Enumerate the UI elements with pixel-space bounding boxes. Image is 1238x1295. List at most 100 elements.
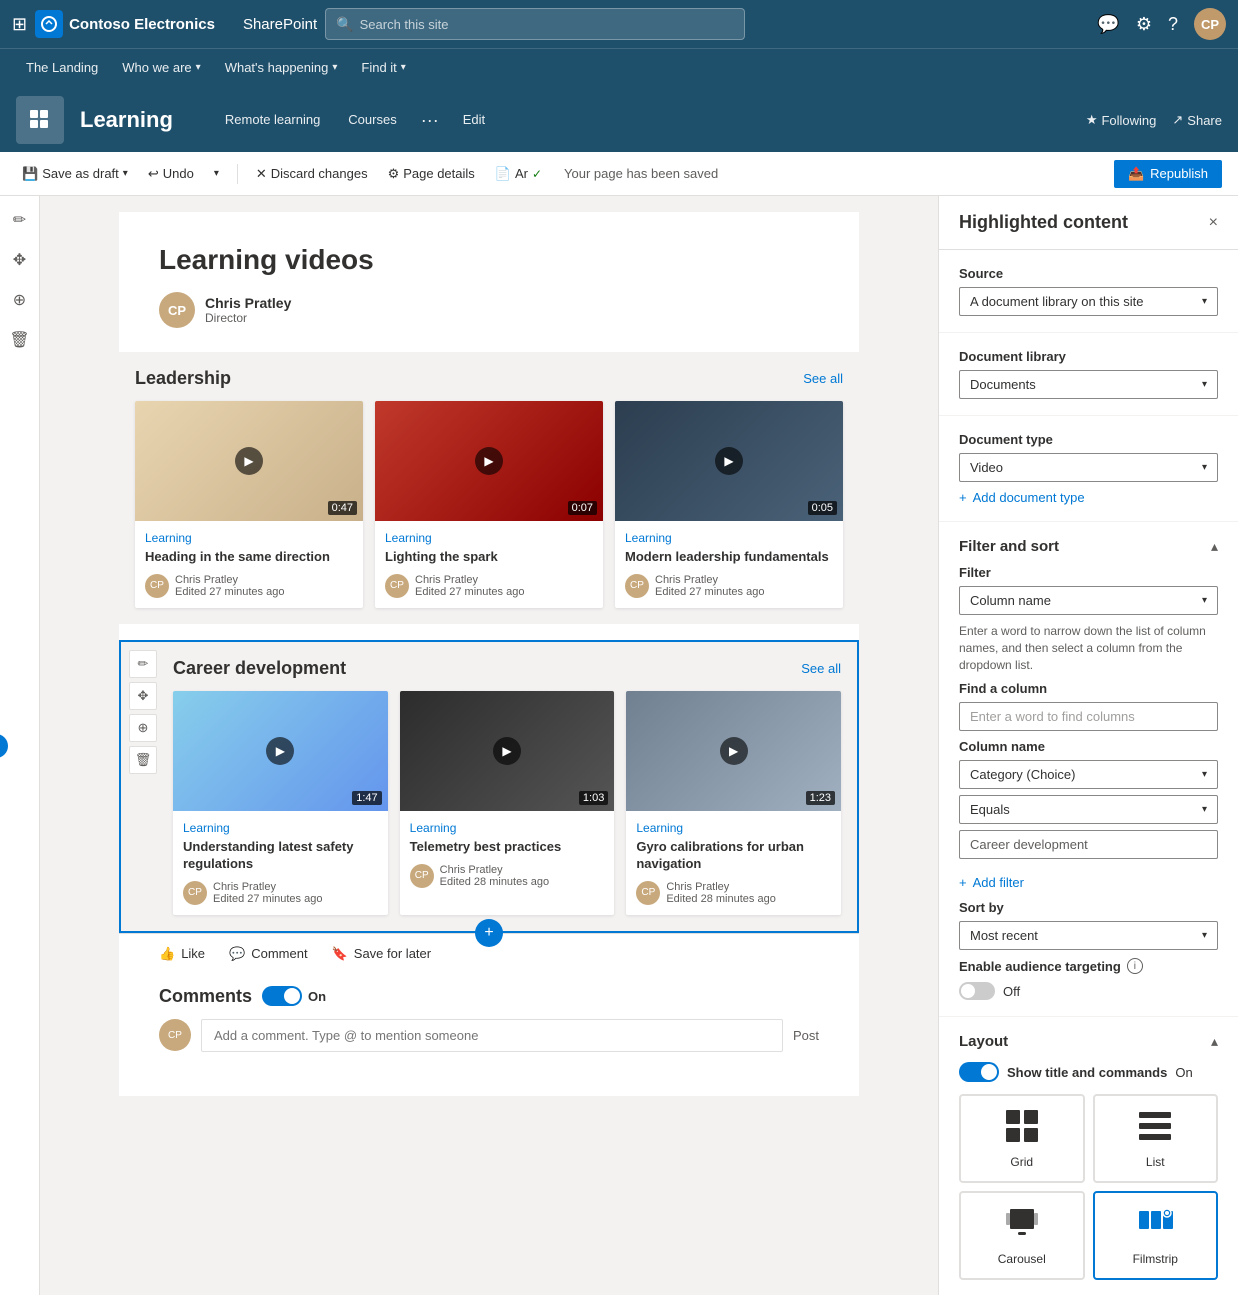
card-thumbnail: ▶ 0:05	[615, 401, 843, 521]
search-box[interactable]: 🔍	[325, 8, 745, 40]
copy-section-icon[interactable]: ⊕	[129, 714, 157, 742]
republish-button[interactable]: 📤 Republish	[1114, 160, 1222, 188]
filter-value-input[interactable]	[959, 830, 1218, 859]
close-button[interactable]: ×	[1209, 214, 1218, 232]
page-nav-more[interactable]: ···	[413, 88, 447, 152]
author-details: Chris Pratley Director	[205, 295, 291, 325]
card-category: Learning	[385, 531, 593, 545]
card-body: Learning Heading in the same direction C…	[135, 521, 363, 608]
filter-dropdown[interactable]: Column name ▾	[959, 586, 1218, 615]
help-icon[interactable]: ?	[1168, 14, 1178, 35]
delete-section-icon[interactable]: 🗑	[129, 746, 157, 774]
filter-sort-toggle[interactable]: Filter and sort ▴	[959, 538, 1218, 555]
toggle-label: On	[308, 989, 326, 1004]
play-button[interactable]: ▶	[715, 447, 743, 475]
edit-section-icon[interactable]: ✏	[129, 650, 157, 678]
filter-sort-title: Filter and sort	[959, 538, 1059, 555]
equals-dropdown[interactable]: Equals ▾	[959, 795, 1218, 824]
user-avatar[interactable]: CP	[1194, 8, 1226, 40]
find-column-input[interactable]	[959, 702, 1218, 731]
search-input[interactable]	[360, 17, 735, 32]
card-title[interactable]: Modern leadership fundamentals	[625, 549, 833, 566]
add-document-type-button[interactable]: + Add document type	[959, 490, 1218, 505]
see-all-link[interactable]: See all	[801, 661, 841, 676]
info-icon[interactable]: i	[1127, 958, 1143, 974]
search-icon: 🔍	[336, 16, 353, 33]
like-button[interactable]: 👍 Like	[159, 946, 205, 962]
discard-button[interactable]: ✕ Discard changes	[250, 158, 374, 190]
main-layout: ✏ ✥ ⊕ 🗑 + Learning videos CP Chris Pratl…	[0, 196, 1238, 1295]
page-nav-remote-learning[interactable]: Remote learning	[213, 88, 332, 152]
play-button[interactable]: ▶	[720, 737, 748, 765]
audience-targeting-label: Enable audience targeting	[959, 959, 1121, 974]
page-nav-edit[interactable]: Edit	[451, 88, 497, 152]
toggle-track[interactable]	[262, 986, 302, 1006]
subnav-find-it[interactable]: Find it ▾	[351, 49, 415, 89]
following-button[interactable]: ★ Following	[1086, 112, 1157, 128]
document-type-dropdown[interactable]: Video ▾	[959, 453, 1218, 482]
source-dropdown[interactable]: A document library on this site ▾	[959, 287, 1218, 316]
filter-content: Filter Column name ▾ Enter a word to nar…	[959, 565, 1218, 1000]
save-draft-button[interactable]: 💾 Save as draft ▾	[16, 158, 134, 190]
sidebar-edit-icon[interactable]: ✏	[4, 204, 36, 236]
comments-toggle[interactable]: On	[262, 986, 326, 1006]
card-title[interactable]: Gyro calibrations for urban navigation	[636, 839, 831, 873]
undo-button[interactable]: ↩ Undo	[142, 158, 200, 190]
layout-toggle[interactable]: Layout ▴	[959, 1033, 1218, 1050]
save-later-button[interactable]: 🔖 Save for later	[332, 946, 432, 962]
document-library-dropdown[interactable]: Documents ▾	[959, 370, 1218, 399]
card-footer: CP Chris Pratley Edited 27 minutes ago	[625, 574, 833, 598]
card-title[interactable]: Understanding latest safety regulations	[183, 839, 378, 873]
ar-button[interactable]: 📄 Ar ✓	[489, 158, 548, 190]
sub-nav: The Landing Who we are ▾ What's happenin…	[0, 48, 1238, 88]
layout-option-list[interactable]: List	[1093, 1094, 1219, 1183]
sort-by-dropdown[interactable]: Most recent ▾	[959, 921, 1218, 950]
share-button[interactable]: ↗ Share	[1172, 112, 1222, 128]
sidebar-move-icon[interactable]: ✥	[4, 244, 36, 276]
panel-header: Highlighted content ×	[939, 196, 1238, 250]
share-icon: ↗	[1172, 112, 1183, 128]
card-title[interactable]: Telemetry best practices	[410, 839, 605, 856]
audience-toggle[interactable]	[959, 982, 995, 1000]
post-button[interactable]: Post	[793, 1028, 819, 1043]
play-button[interactable]: ▶	[235, 447, 263, 475]
page-details-button[interactable]: ⚙ Page details	[382, 158, 481, 190]
move-section-icon[interactable]: ✥	[129, 682, 157, 710]
sidebar-delete-icon[interactable]: 🗑	[4, 324, 36, 356]
play-button[interactable]: ▶	[493, 737, 521, 765]
card-meta-info: Chris Pratley Edited 27 minutes ago	[415, 574, 524, 598]
play-button[interactable]: ▶	[475, 447, 503, 475]
comment-input[interactable]	[201, 1019, 783, 1052]
settings-icon[interactable]: ⚙	[1136, 14, 1152, 35]
chat-icon[interactable]: 💬	[1097, 14, 1119, 35]
list-layout-icon	[1137, 1108, 1173, 1151]
left-add-section-button[interactable]: +	[0, 734, 8, 758]
see-all-link[interactable]: See all	[803, 371, 843, 386]
subnav-who-we-are[interactable]: Who we are ▾	[112, 49, 210, 89]
undo-chevron[interactable]: ▾	[208, 158, 225, 190]
layout-option-carousel[interactable]: Carousel	[959, 1191, 1085, 1280]
subnav-whats-happening[interactable]: What's happening ▾	[215, 49, 348, 89]
waffle-icon[interactable]: ⊞	[12, 14, 27, 35]
layout-option-grid[interactable]: Grid	[959, 1094, 1085, 1183]
column-name-dropdown[interactable]: Category (Choice) ▾	[959, 760, 1218, 789]
card-thumbnail: ▶ 1:23	[626, 691, 841, 811]
subnav-landing[interactable]: The Landing	[16, 49, 108, 89]
card-title[interactable]: Lighting the spark	[385, 549, 593, 566]
comment-button[interactable]: 💬 Comment	[229, 946, 308, 962]
sidebar-copy-icon[interactable]: ⊕	[4, 284, 36, 316]
ar-icon: 📄	[495, 166, 511, 182]
logo-icon	[35, 10, 63, 38]
top-bar: ⊞ Contoso Electronics SharePoint 🔍 💬 ⚙ ?…	[0, 0, 1238, 48]
show-title-toggle[interactable]	[959, 1062, 999, 1082]
layout-option-filmstrip[interactable]: Filmstrip	[1093, 1191, 1219, 1280]
sort-by-label: Sort by	[959, 900, 1218, 915]
video-card: ▶ 1:03 Learning Telemetry best practices…	[400, 691, 615, 915]
add-filter-button[interactable]: + Add filter	[959, 875, 1218, 890]
card-footer: CP Chris Pratley Edited 27 minutes ago	[183, 881, 378, 905]
page-nav-courses[interactable]: Courses	[336, 88, 408, 152]
add-section-button[interactable]: +	[475, 919, 503, 947]
card-title[interactable]: Heading in the same direction	[145, 549, 353, 566]
play-button[interactable]: ▶	[266, 737, 294, 765]
right-panel: Highlighted content × Source A document …	[938, 196, 1238, 1295]
